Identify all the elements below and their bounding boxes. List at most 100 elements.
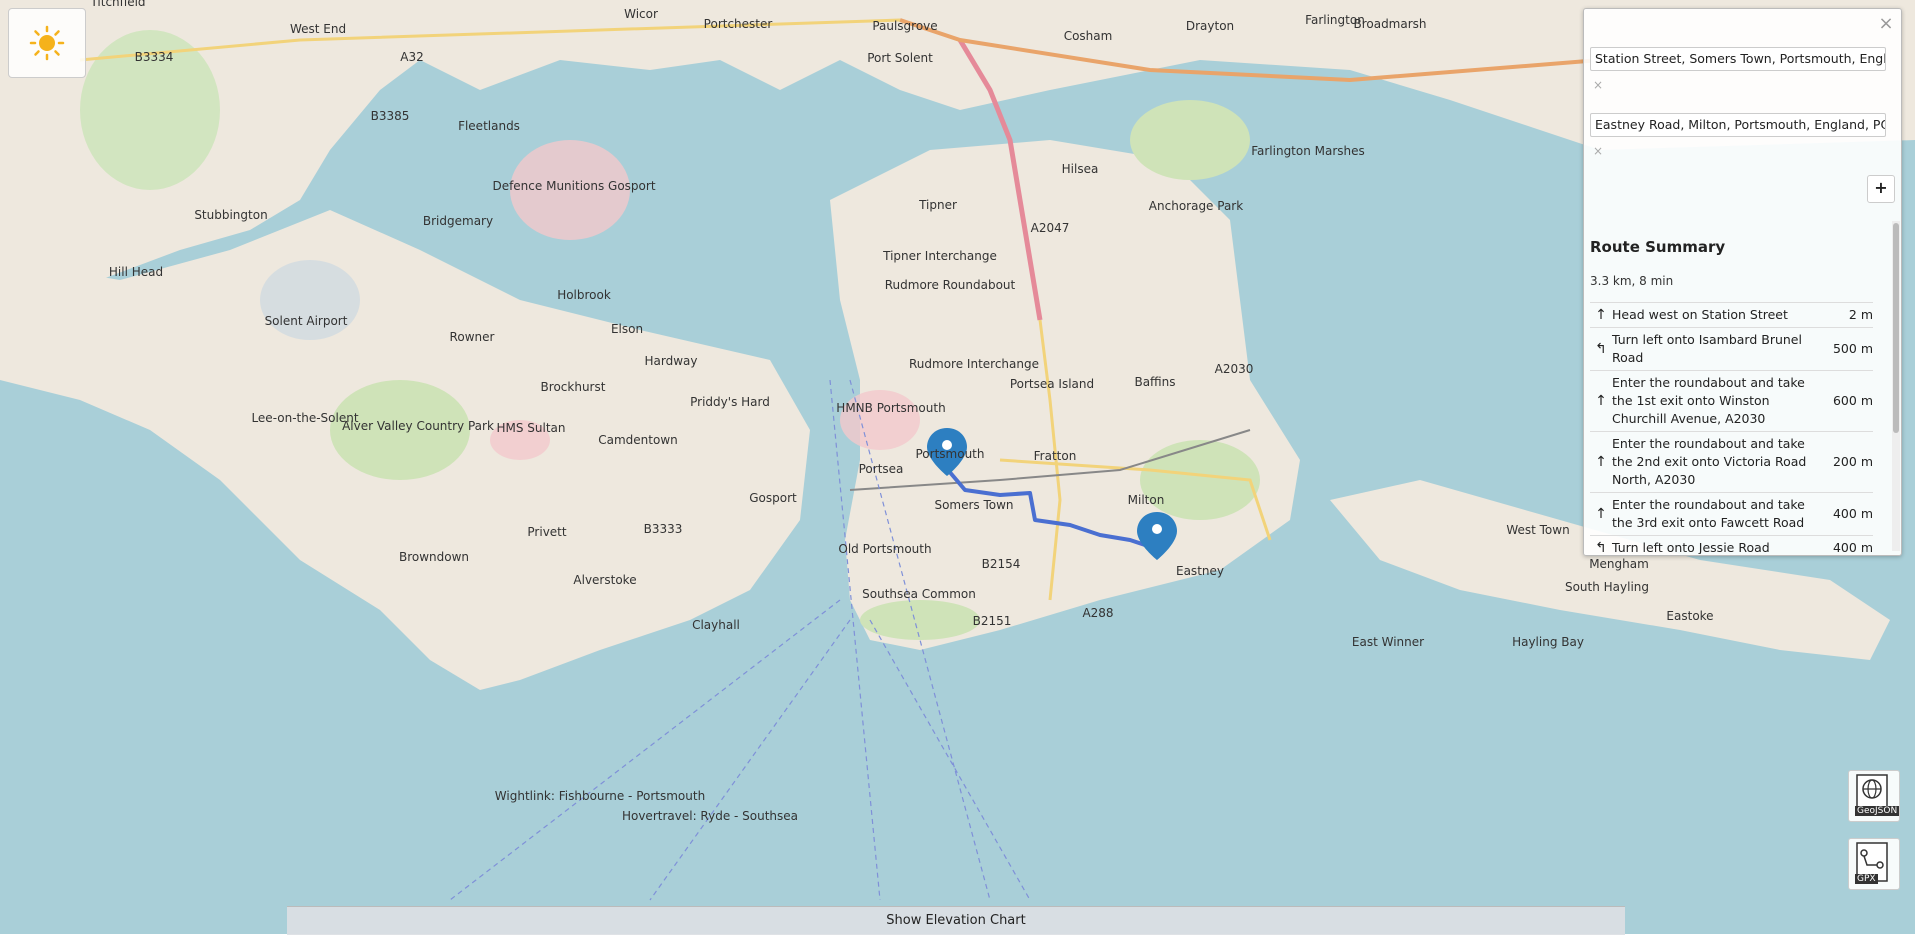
map-place-label: Elson	[611, 322, 643, 336]
arrow-up-icon: ↑	[1595, 307, 1607, 323]
map-place-label: Rowner	[450, 330, 495, 344]
theme-toggle-button[interactable]	[8, 8, 86, 78]
route-step[interactable]: ↑ Enter the roundabout and take the 3rd e…	[1590, 492, 1873, 535]
route-step-text: Head west on Station Street	[1612, 307, 1788, 322]
map-place-label: B2154	[982, 557, 1021, 571]
map-place-label: Rudmore Roundabout	[885, 278, 1016, 292]
arrow-up-icon: ↑	[1595, 506, 1607, 522]
export-gpx-button[interactable]: GPX	[1848, 838, 1900, 890]
map-place-label: Rudmore Interchange	[909, 357, 1039, 371]
route-step-text: Enter the roundabout and take the 1st ex…	[1612, 375, 1805, 426]
route-step[interactable]: ↑ Head west on Station Street 2 m	[1590, 302, 1873, 327]
map-place-label: Tipner	[918, 198, 957, 212]
map-place-label: Stubbington	[194, 208, 267, 222]
arrow-up-icon: ↑	[1595, 393, 1607, 409]
map-place-label: A32	[400, 50, 423, 64]
map-place-label: Baffins	[1134, 375, 1175, 389]
close-icon[interactable]: ×	[1877, 15, 1895, 33]
map-place-label: Farlington Marshes	[1251, 144, 1365, 158]
gpx-label: GPX	[1855, 874, 1878, 884]
map-place-label: Alver Valley Country Park	[342, 419, 494, 433]
map-place-label: Hilsea	[1062, 162, 1099, 176]
route-step-distance: 500 m	[1832, 341, 1873, 356]
map-place-label: Fleetlands	[458, 119, 520, 133]
map-place-label: Priddy's Hard	[690, 395, 770, 409]
map-place-label: Anchorage Park	[1149, 199, 1243, 213]
map-place-label: Defence Munitions Gosport	[492, 179, 655, 193]
show-elevation-chart-button[interactable]: Show Elevation Chart	[287, 906, 1625, 935]
map-place-label: A288	[1082, 606, 1113, 620]
map-place-label: Southsea Common	[862, 587, 976, 601]
turn-left-icon: ↰	[1595, 341, 1607, 357]
map-place-label: Gosport	[749, 491, 797, 505]
route-step-distance: 2 m	[1848, 307, 1873, 322]
sun-icon	[29, 25, 65, 61]
map-place-label: Mengham	[1589, 557, 1649, 571]
route-step-text: Turn left onto Isambard Brunel Road	[1612, 332, 1802, 365]
route-step-distance: 400 m	[1832, 506, 1873, 521]
turn-left-icon: ↰	[1595, 540, 1607, 554]
map-place-label: Clayhall	[692, 618, 740, 632]
route-step[interactable]: ↑ Enter the roundabout and take the 2nd e…	[1590, 431, 1873, 492]
route-step-text: Enter the roundabout and take the 2nd ex…	[1612, 436, 1807, 487]
map-place-label: West Town	[1506, 523, 1569, 537]
map-place-label: Cosham	[1064, 29, 1113, 43]
export-geojson-button[interactable]: GeoJSON	[1848, 770, 1900, 822]
map-place-label: Portchester	[704, 17, 773, 31]
map-place-label: Browndown	[399, 550, 469, 564]
map-place-label: A2047	[1031, 221, 1070, 235]
map-place-label: HMS Sultan	[496, 421, 565, 435]
route-steps-list: ↑ Head west on Station Street 2 m ↰ Turn lef…	[1590, 302, 1873, 554]
map-place-label: Old Portsmouth	[838, 542, 931, 556]
start-waypoint-input[interactable]: Station Street, Somers Town, Portsmouth,…	[1590, 47, 1886, 71]
map-place-label: B3334	[135, 50, 174, 64]
route-step-text: Turn left onto Jessie Road	[1612, 540, 1770, 554]
geojson-label: GeoJSON	[1855, 806, 1900, 816]
map-place-label: Broadmarsh	[1353, 17, 1426, 31]
routing-panel: × Station Street, Somers Town, Portsmout…	[1583, 8, 1902, 556]
map-place-label: Brockhurst	[541, 380, 606, 394]
map-place-label: Hardway	[645, 354, 698, 368]
map-place-label: Holbrook	[557, 288, 611, 302]
map-place-label: Hill Head	[109, 265, 163, 279]
map-place-label: Wicor	[624, 7, 658, 21]
steps-scrollbar[interactable]	[1892, 221, 1900, 551]
map-place-label: Hovertravel: Ryde - Southsea	[622, 809, 798, 823]
map-place-label: B2151	[973, 614, 1012, 628]
map-place-label: Fratton	[1034, 449, 1077, 463]
route-step-text: Enter the roundabout and take the 3rd ex…	[1612, 497, 1805, 530]
route-step[interactable]: ↑ Enter the roundabout and take the 1st e…	[1590, 370, 1873, 431]
map-place-label: Alverstoke	[573, 573, 636, 587]
map-place-label: Titchfield	[89, 0, 145, 9]
add-waypoint-button[interactable]: +	[1867, 175, 1895, 203]
map-place-label: B3385	[371, 109, 410, 123]
route-step[interactable]: ↰ Turn left onto Isambard Brunel Road 500 …	[1590, 327, 1873, 370]
map-place-label: Portsmouth	[916, 447, 985, 461]
route-step-distance: 200 m	[1832, 454, 1873, 469]
end-waypoint-input[interactable]: Eastney Road, Milton, Portsmouth, Englan…	[1590, 113, 1886, 137]
map-place-label: B3333	[644, 522, 683, 536]
map-place-label: Solent Airport	[265, 314, 348, 328]
map-place-label: Camdentown	[598, 433, 678, 447]
map-place-label: Somers Town	[934, 498, 1013, 512]
arrow-up-icon: ↑	[1595, 454, 1607, 470]
map-place-label: Privett	[527, 525, 566, 539]
remove-end-waypoint-icon[interactable]: ×	[1593, 145, 1605, 157]
map-place-label: Port Solent	[867, 51, 933, 65]
route-summary-title: Route Summary	[1590, 238, 1726, 256]
map-place-label: Eastoke	[1666, 609, 1713, 623]
route-summary: Route Summary 3.3 km, 8 min ↑ Head west o…	[1584, 214, 1901, 554]
map-place-label: Eastney	[1176, 564, 1224, 578]
map-place-label: Portsea	[859, 462, 904, 476]
map-place-label: Bridgemary	[423, 214, 493, 228]
route-step-distance: 600 m	[1832, 393, 1873, 408]
map-place-label: Drayton	[1186, 19, 1234, 33]
map-place-label: Portsea Island	[1010, 377, 1094, 391]
map-place-label: Milton	[1128, 493, 1165, 507]
route-step-distance: 400 m	[1832, 540, 1873, 554]
map-place-label: Wightlink: Fishbourne - Portsmouth	[495, 789, 705, 803]
map-place-label: West End	[290, 22, 346, 36]
map-place-label: Hayling Bay	[1512, 635, 1584, 649]
route-step[interactable]: ↰ Turn left onto Jessie Road 400 m	[1590, 535, 1873, 554]
remove-start-waypoint-icon[interactable]: ×	[1593, 79, 1605, 91]
